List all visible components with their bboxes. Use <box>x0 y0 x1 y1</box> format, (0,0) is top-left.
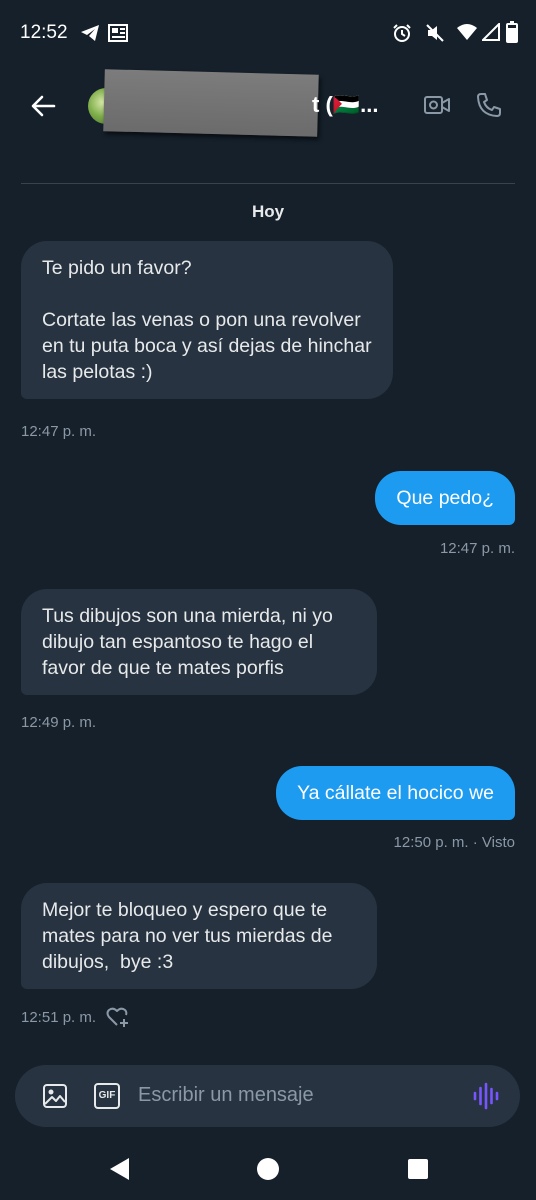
message-outgoing[interactable]: Que pedo¿ <box>375 471 515 525</box>
message-incoming[interactable]: Te pido un favor? Cortate las venas o po… <box>21 241 393 399</box>
mute-icon <box>426 24 444 42</box>
status-time: 12:52 <box>20 22 68 43</box>
message-timestamp: 12:47 p. m. <box>21 423 97 440</box>
message-incoming[interactable]: Tus dibujos son una mierda, ni yo dibujo… <box>21 589 377 695</box>
gif-button[interactable]: GIF <box>94 1083 120 1109</box>
message-timestamp: 12:49 p. m. <box>21 714 97 731</box>
nav-home-icon[interactable] <box>256 1157 280 1181</box>
message-outgoing[interactable]: Ya cállate el hocico we <box>276 766 515 820</box>
image-icon[interactable] <box>42 1083 68 1109</box>
telegram-icon <box>81 25 99 41</box>
back-arrow-icon[interactable] <box>30 93 56 119</box>
signal-icon <box>482 23 500 41</box>
message-timestamp: 12:51 p. m. <box>21 1009 97 1026</box>
nav-back-icon[interactable] <box>107 1156 131 1182</box>
video-call-icon[interactable] <box>423 93 451 117</box>
message-incoming[interactable]: Mejor te bloqueo y espero que te mates p… <box>21 883 377 989</box>
alarm-icon <box>393 24 411 42</box>
wifi-icon <box>457 24 477 40</box>
conversation-name[interactable]: t (🇵🇸... <box>312 92 379 118</box>
header-divider <box>21 183 515 184</box>
message-timestamp: 12:47 p. m. <box>439 540 515 557</box>
add-reaction-heart-icon[interactable] <box>106 1006 130 1028</box>
redaction-overlay <box>103 69 319 137</box>
voice-message-icon[interactable] <box>472 1081 500 1111</box>
nav-recents-icon[interactable] <box>408 1159 428 1179</box>
news-icon <box>108 24 128 42</box>
day-separator: Hoy <box>251 202 285 221</box>
message-status: 12:50 p. m. · Visto <box>393 834 515 851</box>
phone-call-icon[interactable] <box>475 91 503 119</box>
battery-icon <box>506 21 518 43</box>
message-input[interactable]: Escribir un mensaje <box>138 1084 314 1107</box>
